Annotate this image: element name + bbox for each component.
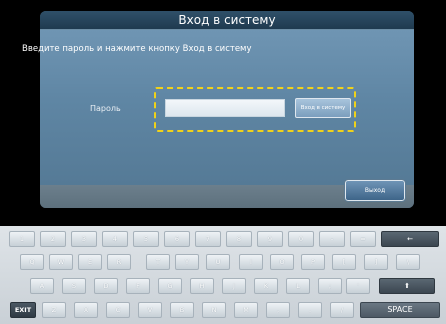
key-3[interactable]: 3 (71, 231, 97, 247)
key-7[interactable]: 7 (195, 231, 221, 247)
shift-key[interactable]: ⬆ (379, 278, 435, 294)
key-v[interactable]: V (138, 302, 162, 318)
key-8[interactable]: 8 (226, 231, 252, 247)
key-c[interactable]: C (106, 302, 130, 318)
key-n[interactable]: N (202, 302, 226, 318)
key-b[interactable]: B (170, 302, 194, 318)
key-4[interactable]: 4 (102, 231, 128, 247)
key-d[interactable]: D (94, 278, 118, 294)
key-backslash[interactable]: \ (396, 254, 420, 270)
key-bracket-right[interactable]: ] (364, 254, 388, 270)
key-y[interactable]: Y (175, 254, 199, 270)
key-1[interactable]: 1 (9, 231, 35, 247)
key-k[interactable]: K (254, 278, 278, 294)
key-o[interactable]: O (270, 254, 294, 270)
key-h[interactable]: H (190, 278, 214, 294)
key-0[interactable]: 0 (288, 231, 314, 247)
key-j[interactable]: J (222, 278, 246, 294)
key-comma[interactable]: , (266, 302, 290, 318)
key-s[interactable]: S (62, 278, 86, 294)
key-9[interactable]: 9 (257, 231, 283, 247)
key-r[interactable]: R (107, 254, 131, 270)
key-i[interactable]: I (239, 254, 263, 270)
key-2[interactable]: 2 (40, 231, 66, 247)
space-key[interactable]: SPACE (360, 302, 440, 318)
key-f[interactable]: F (126, 278, 150, 294)
key-q[interactable]: Q (20, 254, 44, 270)
key-l[interactable]: L (286, 278, 310, 294)
key-u[interactable]: U (206, 254, 230, 270)
exit-dialog-button[interactable]: Выход (344, 179, 406, 202)
password-input[interactable] (165, 99, 285, 117)
instruction-text: Введите пароль и нажмите кнопку Вход в с… (22, 44, 252, 54)
dialog-title: Вход в систему (178, 13, 276, 27)
key-e[interactable]: E (78, 254, 102, 270)
key-minus[interactable]: - (319, 231, 345, 247)
key-6[interactable]: 6 (164, 231, 190, 247)
key-semicolon[interactable]: ; (318, 278, 342, 294)
key-t[interactable]: T (146, 254, 170, 270)
login-button[interactable]: Вход в систему (295, 98, 351, 118)
key-z[interactable]: Z (42, 302, 66, 318)
key-x[interactable]: X (74, 302, 98, 318)
key-w[interactable]: W (49, 254, 73, 270)
key-slash[interactable]: / (330, 302, 354, 318)
key-p[interactable]: P (301, 254, 325, 270)
exit-key[interactable]: EXIT (10, 302, 36, 318)
key-period[interactable]: . (298, 302, 322, 318)
key-equals[interactable]: = (350, 231, 376, 247)
key-quote[interactable]: ' (346, 278, 370, 294)
key-m[interactable]: M (234, 302, 258, 318)
key-5[interactable]: 5 (133, 231, 159, 247)
onscreen-keyboard: 1 2 3 4 5 6 7 8 9 0 - = ← Q W E R T Y U … (0, 226, 446, 324)
key-a[interactable]: A (30, 278, 54, 294)
key-g[interactable]: G (158, 278, 182, 294)
password-label: Пароль (90, 104, 121, 113)
backspace-key[interactable]: ← (381, 231, 439, 247)
key-bracket-left[interactable]: [ (332, 254, 356, 270)
